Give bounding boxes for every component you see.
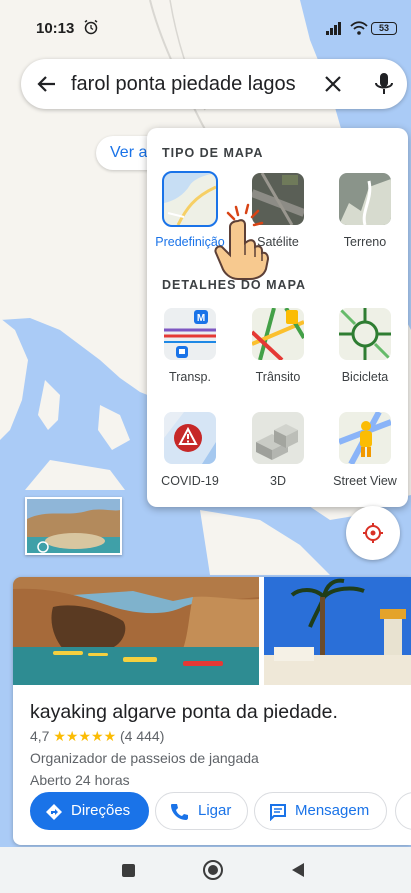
detail-transit[interactable]: M Transp.: [147, 308, 233, 384]
message-label: Mensagem: [295, 802, 370, 819]
detail-label: Street View: [333, 474, 397, 488]
alarm-clock-icon: [83, 19, 99, 40]
svg-text:M: M: [197, 313, 205, 324]
detail-label: Trânsito: [255, 370, 301, 384]
directions-icon: [46, 804, 62, 820]
back-button[interactable]: [292, 863, 304, 877]
more-actions-button[interactable]: [395, 792, 411, 830]
place-card[interactable]: kayaking algarve ponta da piedade. 4,7 ★…: [13, 577, 411, 845]
directions-label: Direções: [71, 802, 131, 819]
signal-icon: [326, 21, 344, 40]
message-icon: [270, 804, 286, 821]
buildings-3d-icon: [252, 412, 304, 464]
detail-label: Bicicleta: [341, 370, 389, 384]
traffic-icon: [252, 308, 304, 360]
status-time: 10:13: [36, 20, 75, 37]
search-bar[interactable]: farol ponta piedade lagos: [21, 59, 407, 109]
review-count: (4 444): [120, 728, 165, 744]
detail-label: 3D: [270, 474, 286, 488]
wifi-icon: [350, 21, 368, 40]
home-button[interactable]: [203, 860, 223, 880]
transit-icon: M: [164, 308, 216, 360]
tap-gesture-icon: [208, 203, 278, 286]
map-type-label: Terreno: [343, 235, 387, 249]
bicycle-icon: [339, 308, 391, 360]
rating-value: 4,7: [30, 728, 50, 744]
my-location-button[interactable]: [346, 506, 400, 560]
mic-icon[interactable]: [373, 71, 395, 102]
place-photo[interactable]: [264, 577, 411, 685]
street-view-thumbnail[interactable]: [25, 497, 122, 555]
status-bar: 10:13 53: [0, 0, 411, 48]
detail-street-view[interactable]: Street View: [322, 412, 408, 488]
location-target-icon: [363, 523, 383, 543]
system-nav-bar: [0, 847, 411, 893]
search-query[interactable]: farol ponta piedade lagos: [71, 73, 296, 96]
map-layers-panel: TIPO DE MAPA Predefinição Satélite Terre…: [147, 128, 408, 507]
map-type-title: TIPO DE MAPA: [162, 146, 264, 160]
place-photo[interactable]: [13, 577, 259, 685]
arrow-back-icon[interactable]: [35, 72, 59, 101]
battery-indicator: 53: [371, 22, 397, 35]
recent-apps-button[interactable]: [122, 864, 135, 877]
detail-3d[interactable]: 3D: [235, 412, 321, 488]
detail-label: COVID-19: [161, 474, 219, 488]
terrain-map-thumbnail: [339, 173, 391, 225]
place-category: Organizador de passeios de jangada: [30, 750, 259, 766]
directions-button[interactable]: Direções: [30, 792, 149, 830]
detail-covid[interactable]: COVID-19: [147, 412, 233, 488]
call-button[interactable]: Ligar: [155, 792, 248, 830]
rating-stars: ★★★★★: [53, 728, 117, 744]
message-button[interactable]: Mensagem: [254, 792, 387, 830]
place-hours: Aberto 24 horas: [30, 772, 130, 788]
covid-icon: [164, 412, 216, 464]
detail-bicycle[interactable]: Bicicleta: [322, 308, 408, 384]
phone-icon: [171, 804, 188, 820]
pegman-icon: [339, 412, 391, 464]
map-type-terrain[interactable]: Terreno: [322, 173, 408, 249]
place-rating: 4,7 ★★★★★ (4 444): [30, 728, 164, 745]
place-title[interactable]: kayaking algarve ponta da piedade.: [30, 701, 338, 724]
detail-traffic[interactable]: Trânsito: [235, 308, 321, 384]
close-icon[interactable]: [322, 73, 344, 100]
call-label: Ligar: [198, 802, 232, 819]
detail-label: Transp.: [169, 370, 211, 384]
